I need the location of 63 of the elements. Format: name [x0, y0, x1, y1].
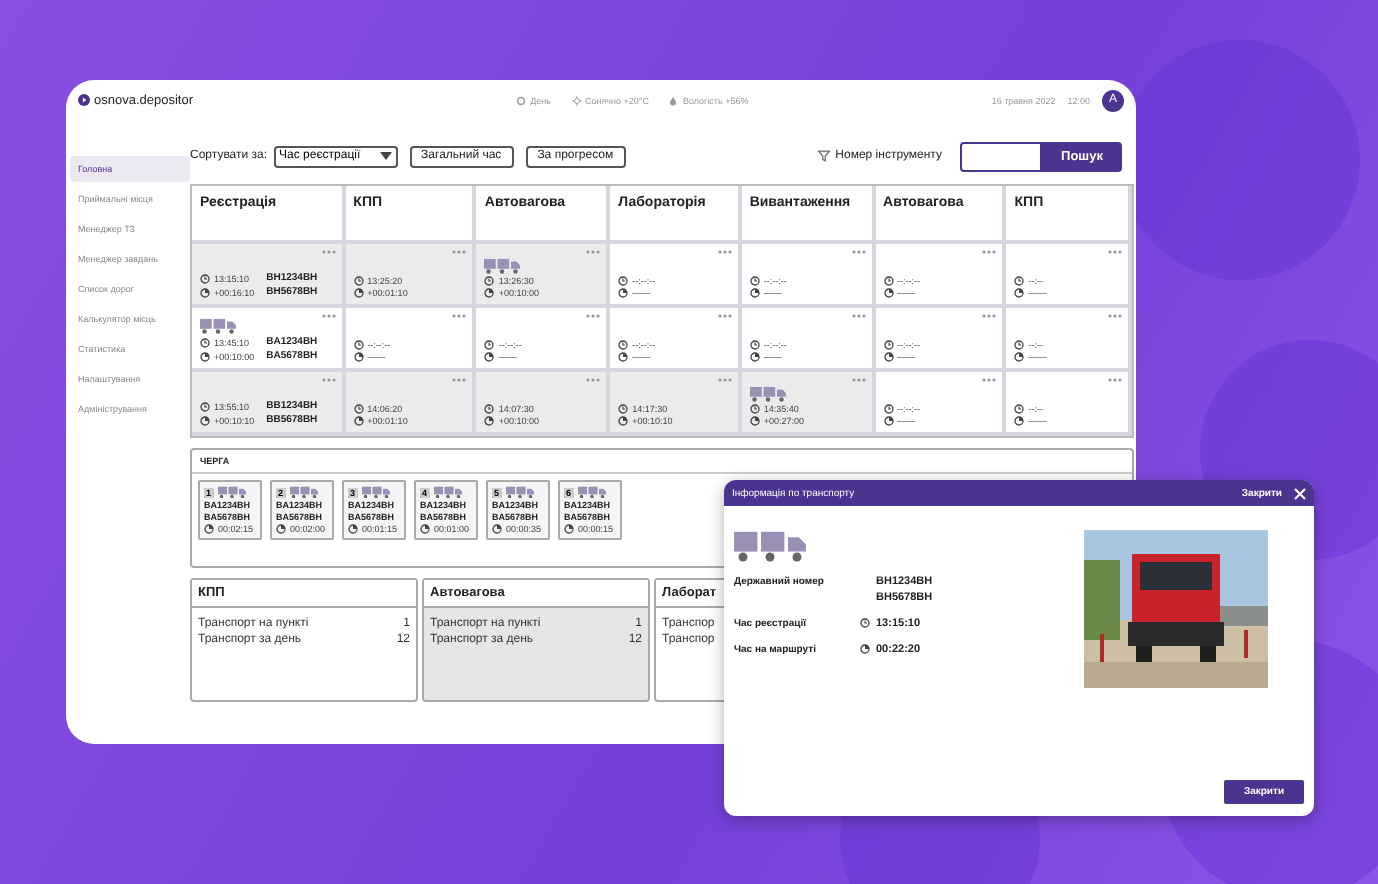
- clock-icon: [353, 404, 364, 414]
- clock-icon: [860, 618, 870, 629]
- timer-icon: [484, 288, 495, 298]
- clock-icon: [200, 401, 210, 411]
- drop-icon: [668, 95, 679, 105]
- timer-icon: [200, 351, 210, 361]
- timer-icon: [353, 352, 364, 362]
- timer-icon: [883, 288, 894, 298]
- clock-icon: [1014, 404, 1025, 414]
- timer-icon: [484, 352, 495, 362]
- timer-icon: [860, 644, 870, 655]
- clock-icon: [484, 340, 495, 350]
- clock-icon: [484, 404, 495, 414]
- timer-icon: [1014, 288, 1025, 298]
- clock-icon: [353, 276, 364, 286]
- caret-icon: [379, 152, 392, 160]
- truck-icon: [361, 486, 390, 499]
- clock-icon: [749, 276, 760, 286]
- clock-icon: [618, 340, 629, 350]
- timer-icon: [348, 524, 358, 535]
- timer-icon: [883, 352, 894, 362]
- clock-icon: [1014, 276, 1025, 286]
- timer-icon: [618, 288, 629, 298]
- clock-icon: [618, 404, 629, 414]
- clock-icon: [749, 404, 760, 414]
- clock-icon: [749, 340, 760, 350]
- timer-icon: [200, 287, 210, 297]
- timer-icon: [1014, 352, 1025, 362]
- filter-icon: [817, 150, 830, 162]
- timer-icon: [883, 416, 894, 426]
- truck-icon: [217, 486, 246, 499]
- clock-icon: [883, 404, 894, 414]
- clock-icon: [200, 337, 210, 347]
- clock-icon: [883, 340, 894, 350]
- timer-icon: [353, 288, 364, 298]
- clock-icon: [353, 340, 364, 350]
- timer-icon: [749, 416, 760, 426]
- timer-icon: [749, 352, 760, 362]
- close-icon[interactable]: [1294, 487, 1306, 499]
- truck-icon: [289, 486, 318, 499]
- truck-icon: [433, 486, 462, 499]
- timer-icon: [200, 415, 210, 425]
- timer-icon: [1014, 416, 1025, 426]
- clock-icon: [484, 276, 495, 286]
- timer-icon: [353, 416, 364, 426]
- clock-icon: [1014, 340, 1025, 350]
- clock-icon: [618, 276, 629, 286]
- timer-icon: [276, 524, 286, 535]
- truck-icon: [734, 530, 806, 563]
- clock-icon: [200, 273, 210, 283]
- timer-icon: [484, 416, 495, 426]
- sun-icon: [571, 95, 581, 105]
- truck-icon: [505, 486, 534, 499]
- search-field[interactable]: [960, 141, 1042, 171]
- timer-icon: [618, 352, 629, 362]
- timer-icon: [204, 524, 214, 535]
- truck-icon: [577, 486, 606, 499]
- clock-icon: [883, 276, 894, 286]
- timer-icon: [749, 288, 760, 298]
- timer-icon: [618, 416, 629, 426]
- timer-icon: [564, 524, 574, 535]
- timer-icon: [492, 524, 502, 535]
- timer-icon: [420, 524, 430, 535]
